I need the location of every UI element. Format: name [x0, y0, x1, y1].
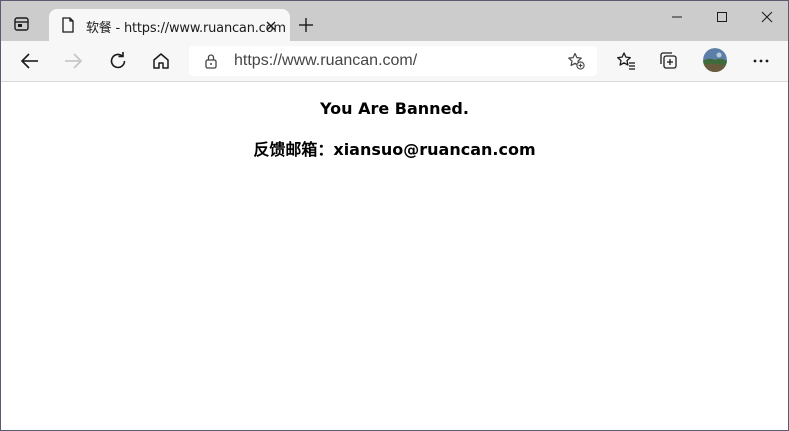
- lock-icon[interactable]: [204, 53, 218, 69]
- minimize-icon: [672, 16, 682, 18]
- page-icon: [61, 17, 75, 33]
- url-input[interactable]: [234, 52, 424, 70]
- more-icon: [753, 59, 769, 63]
- address-bar[interactable]: [189, 46, 597, 76]
- close-icon: [761, 11, 773, 23]
- favorites-icon: [617, 52, 635, 70]
- home-icon: [153, 53, 169, 69]
- collections-button[interactable]: [657, 49, 681, 73]
- tab-strip: 软餐 - https://www.ruancan.com: [1, 1, 788, 41]
- minimize-button[interactable]: [653, 1, 699, 33]
- arrow-right-icon: [65, 53, 83, 69]
- collections-icon: [660, 52, 677, 69]
- forward-button[interactable]: [61, 49, 85, 73]
- close-icon[interactable]: [265, 19, 277, 31]
- contact-label: 反馈邮箱：: [253, 140, 334, 159]
- tab-actions-icon[interactable]: [13, 15, 31, 33]
- tab-title: 软餐 - https://www.ruancan.com: [86, 21, 286, 36]
- more-button[interactable]: [749, 49, 773, 73]
- avatar[interactable]: [703, 48, 727, 72]
- plus-icon[interactable]: [298, 17, 314, 33]
- toolbar: [1, 41, 788, 82]
- banned-heading: You Are Banned.: [320, 99, 469, 118]
- home-button[interactable]: [149, 49, 173, 73]
- page-content: You Are Banned. 反馈邮箱：xiansuo@ruancan.com: [1, 82, 788, 430]
- tab-active[interactable]: 软餐 - https://www.ruancan.com: [49, 9, 290, 41]
- arrow-left-icon: [20, 53, 38, 69]
- star-plus-icon[interactable]: [567, 52, 585, 70]
- refresh-button[interactable]: [106, 49, 130, 73]
- maximize-icon: [717, 12, 727, 22]
- browser-window: 软餐 - https://www.ruancan.com https://www…: [0, 0, 789, 431]
- back-button[interactable]: [18, 49, 42, 73]
- refresh-icon: [110, 52, 126, 69]
- close-window-button[interactable]: [743, 1, 788, 33]
- favorites-button[interactable]: [614, 49, 638, 73]
- contact-email: xiansuo@ruancan.com: [333, 140, 536, 159]
- contact-line: 反馈邮箱：xiansuo@ruancan.com: [1, 136, 788, 160]
- maximize-button[interactable]: [698, 1, 744, 33]
